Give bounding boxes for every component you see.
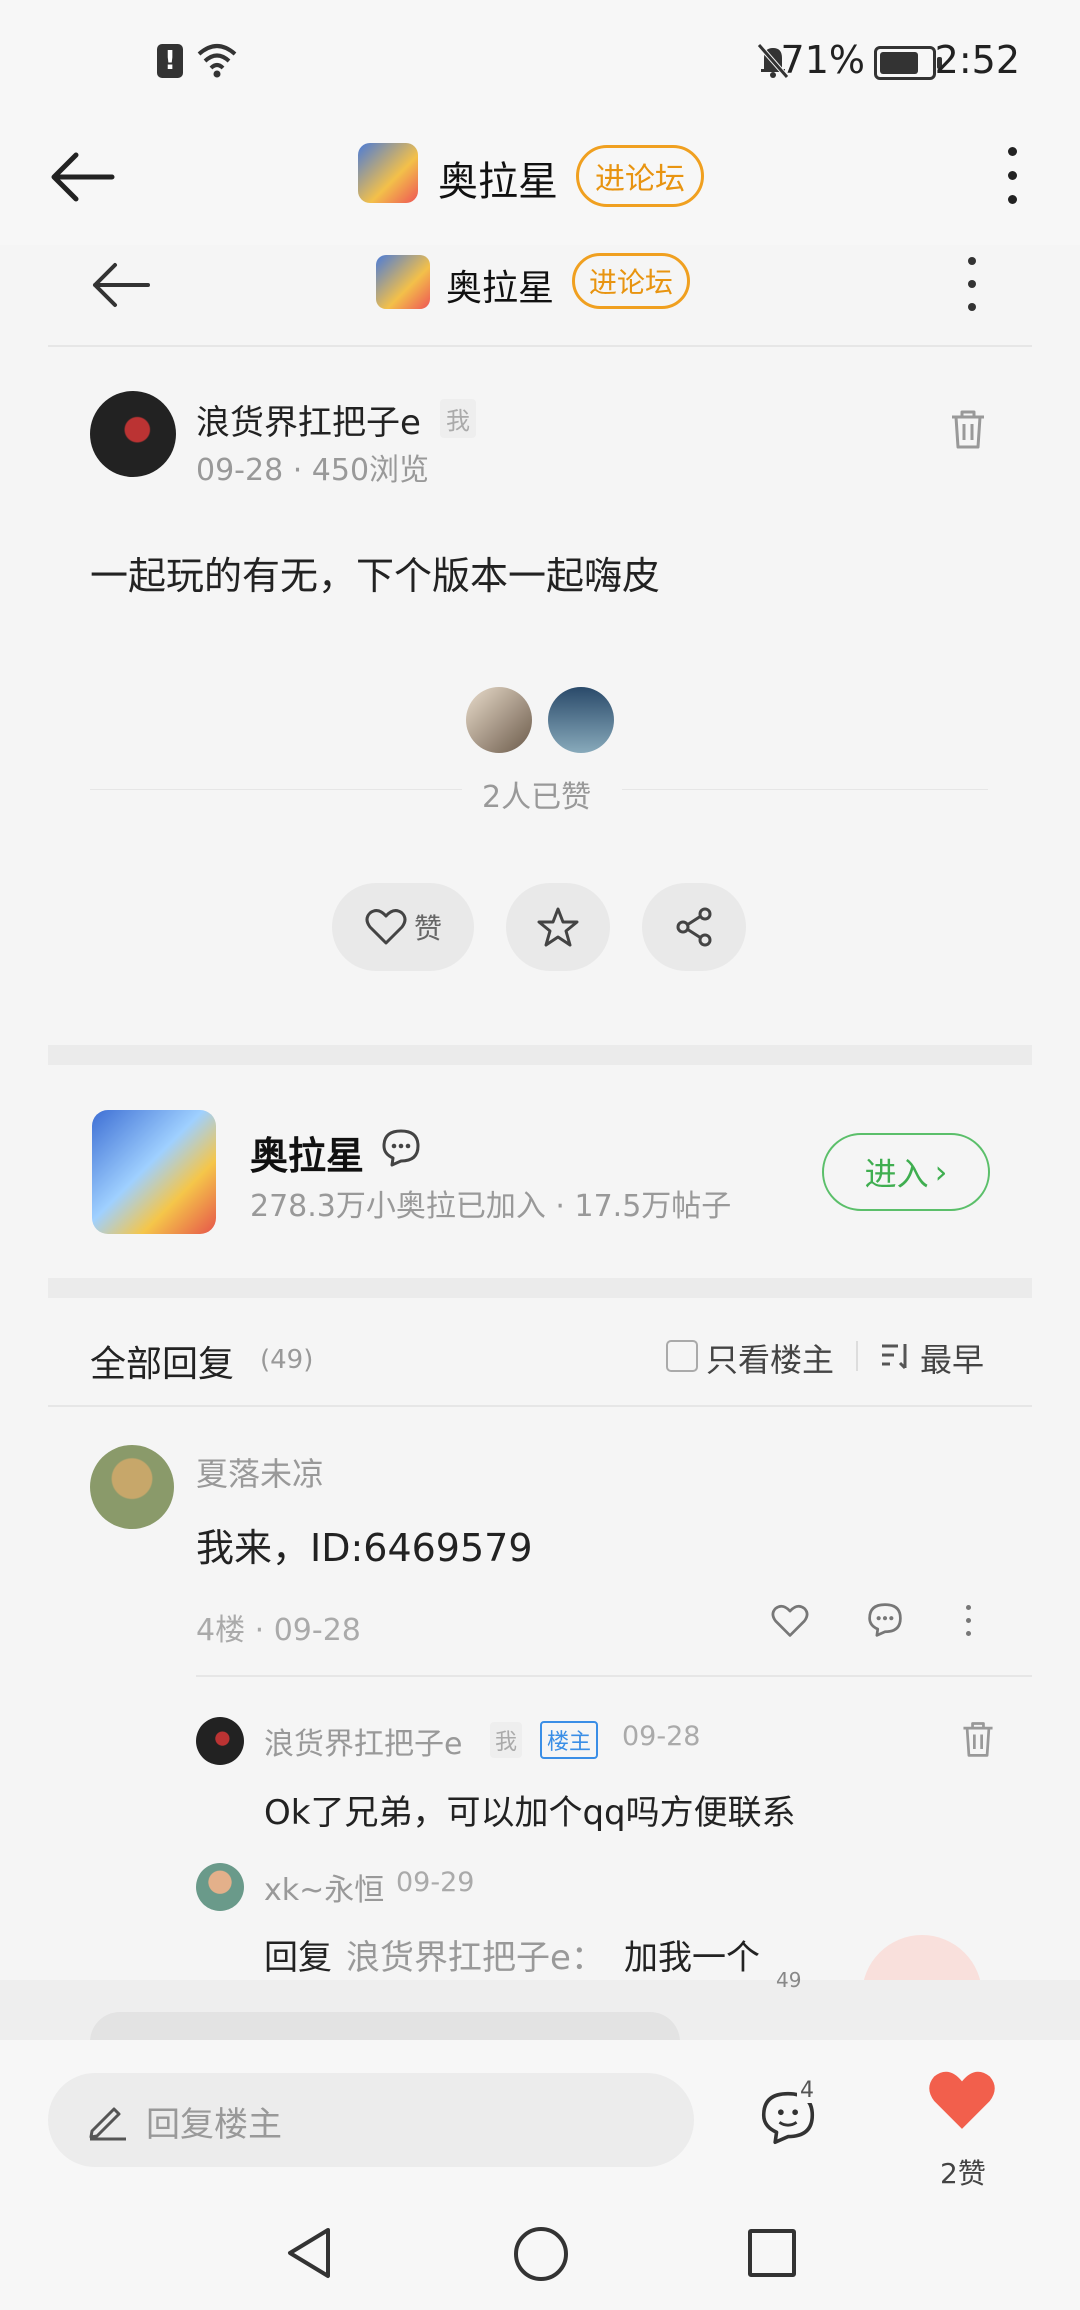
system-nav-bar — [0, 2195, 1080, 2310]
back-arrow-icon[interactable] — [48, 149, 118, 205]
bottom-action-bar: 回复楼主 4 2赞 — [0, 2040, 1080, 2195]
divider — [48, 1405, 1032, 1407]
inner-enter-forum-button[interactable]: 进论坛 — [572, 253, 691, 309]
only-owner-checkbox[interactable] — [666, 1340, 698, 1372]
only-owner-label[interactable]: 只看楼主 — [706, 1335, 834, 1381]
replies-count: (49) — [260, 1345, 314, 1375]
subreply-date: 09-28 — [622, 1721, 701, 1752]
delete-trash-icon[interactable] — [946, 407, 990, 451]
reply-meta: 4楼 · 09-28 — [196, 1613, 361, 1648]
vertical-separator — [856, 1341, 858, 1371]
inner-forum-logo — [376, 255, 430, 309]
top-header: 奥拉星 进论坛 — [0, 125, 1080, 245]
replies-title: 全部回复 — [90, 1344, 235, 1385]
subreply-avatar[interactable] — [196, 1863, 244, 1911]
heart-filled-icon[interactable] — [926, 2068, 998, 2134]
share-icon — [676, 907, 712, 947]
header-title: 奥拉星 — [438, 159, 558, 205]
nav-recents-icon[interactable] — [748, 2229, 796, 2277]
post-body: 一起玩的有无，下个版本一起嗨皮 — [90, 554, 661, 598]
wifi-icon — [197, 44, 237, 78]
inner-comment-badge: 49 — [776, 1968, 802, 1992]
subreply-reply-prefix: 回复 — [264, 1938, 332, 1978]
battery-percent: 71% — [780, 38, 865, 82]
comment-count-badge: 4 — [797, 2078, 817, 2103]
reply-avatar[interactable] — [90, 1445, 174, 1529]
nav-back-icon[interactable] — [284, 2225, 334, 2281]
subreply-date: 09-29 — [396, 1867, 475, 1898]
reply-comment-icon[interactable] — [866, 1601, 904, 1639]
section-gap — [48, 1045, 1032, 1065]
subreply-me-tag: 我 — [490, 1722, 523, 1758]
like-count: 2赞 — [940, 2157, 986, 2190]
post-meta: 09-28 · 450浏览 — [196, 453, 430, 488]
inner-header-title: 奥拉星 — [446, 268, 555, 309]
status-bar: ! 71% 2:52 — [0, 0, 1080, 125]
more-menu-icon[interactable] — [1000, 143, 1024, 209]
likes-divider-right — [622, 789, 988, 790]
author-avatar[interactable] — [90, 391, 176, 477]
nav-home-icon[interactable] — [514, 2227, 568, 2281]
reply-heart-icon[interactable] — [770, 1603, 810, 1639]
like-button-label: 赞 — [413, 912, 442, 945]
favorite-button[interactable] — [506, 883, 610, 971]
section-gap — [48, 1278, 1032, 1298]
chevron-right-icon: › — [934, 1153, 948, 1191]
enter-forum-button[interactable]: 进论坛 — [576, 145, 704, 207]
sort-icon[interactable] — [880, 1341, 912, 1371]
star-icon — [537, 907, 579, 947]
reply-more-icon[interactable] — [962, 1603, 976, 1639]
forum-card-stats: 278.3万小奥拉已加入 · 17.5万帖子 — [250, 1189, 732, 1224]
sort-label[interactable]: 最早 — [920, 1335, 984, 1381]
subreply-reply-to[interactable]: 浪货界扛把子e： — [346, 1930, 605, 1979]
post-content[interactable]: 奥拉星 进论坛 浪货界扛把子e 我 09-28 · 450浏览 一起玩的有无，下… — [0, 245, 1080, 2045]
share-button[interactable] — [642, 883, 746, 971]
subreply-username[interactable]: 浪货界扛把子e — [264, 1719, 462, 1763]
likes-count-text: 2人已赞 — [482, 780, 592, 815]
like-button[interactable]: 赞 — [332, 883, 474, 971]
subreply-username[interactable]: xk~永恒 — [264, 1865, 384, 1909]
subreply-text: 加我一个 — [624, 1938, 760, 1978]
reply-text: 我来，ID:6469579 — [196, 1526, 533, 1570]
forum-logo — [358, 143, 418, 203]
inner-more-menu-icon[interactable] — [962, 255, 982, 315]
reply-input[interactable]: 回复楼主 — [48, 2073, 694, 2167]
reply-username[interactable]: 夏落未凉 — [196, 1449, 324, 1495]
inner-back-arrow-icon[interactable] — [90, 260, 152, 310]
liker-avatar[interactable] — [466, 687, 532, 753]
owner-tag: 楼主 — [540, 1721, 599, 1759]
forum-enter-label: 进入 — [864, 1155, 929, 1193]
alert-icon: ! — [157, 44, 183, 78]
pencil-icon — [89, 2107, 126, 2141]
forum-card-name[interactable]: 奥拉星 — [250, 1125, 364, 1180]
forum-enter-button[interactable]: 进入 › — [822, 1133, 990, 1211]
forum-card-logo[interactable] — [92, 1110, 216, 1234]
subreply-avatar[interactable] — [196, 1717, 244, 1765]
heart-outline-icon — [365, 909, 407, 945]
author-name[interactable]: 浪货界扛把子e — [196, 395, 421, 444]
subreply-text: Ok了兄弟，可以加个qq吗方便联系 — [264, 1793, 796, 1833]
likes-divider-left — [90, 789, 462, 790]
divider — [48, 345, 1032, 347]
clock: 2:52 — [934, 38, 1020, 82]
reply-input-placeholder: 回复楼主 — [146, 2105, 282, 2145]
subreply-delete-icon[interactable] — [958, 1719, 998, 1759]
battery-icon — [874, 46, 942, 80]
liker-avatar[interactable] — [548, 687, 614, 753]
chat-bubble-icon — [382, 1129, 420, 1167]
me-tag: 我 — [440, 399, 476, 438]
divider — [196, 1675, 1032, 1677]
